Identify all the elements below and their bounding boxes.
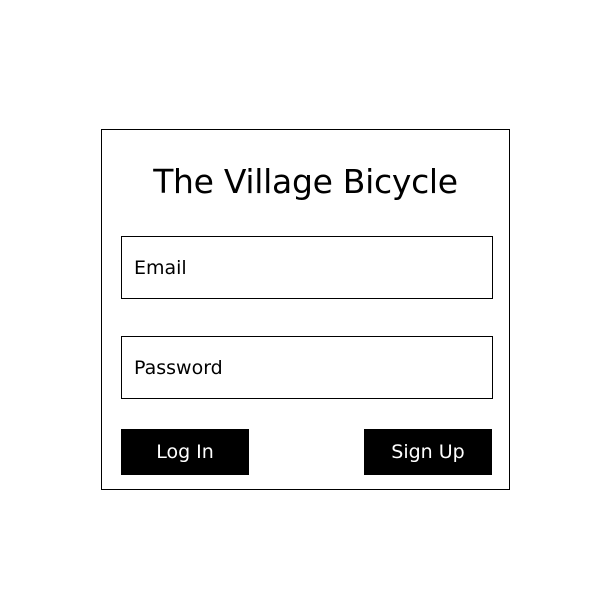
login-button[interactable]: Log In bbox=[121, 429, 249, 475]
login-card: The Village Bicycle Log In Sign Up bbox=[101, 129, 510, 490]
page-title: The Village Bicycle bbox=[153, 162, 458, 201]
email-field[interactable] bbox=[121, 236, 493, 299]
signup-button[interactable]: Sign Up bbox=[364, 429, 492, 475]
password-field[interactable] bbox=[121, 336, 493, 399]
